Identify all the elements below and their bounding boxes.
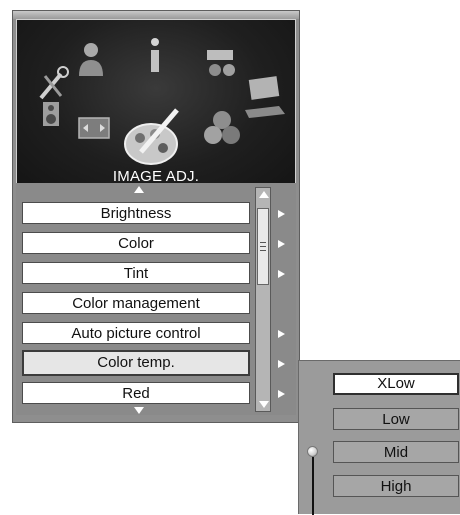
- submenu-arrow-icon[interactable]: [278, 270, 285, 278]
- speaker-icon[interactable]: [43, 102, 59, 126]
- selector-line: [312, 457, 314, 515]
- submenu-arrow-icon[interactable]: [278, 210, 285, 218]
- scrollbar-up-arrow-icon[interactable]: [259, 191, 269, 198]
- option-low[interactable]: Low: [333, 408, 459, 430]
- submenu-arrow-icon[interactable]: [278, 240, 285, 248]
- scroll-down-indicator-icon[interactable]: [134, 407, 144, 414]
- menu-item-auto-picture-control[interactable]: Auto picture control: [22, 322, 250, 344]
- submenu-arrow-icon[interactable]: [278, 330, 285, 338]
- laptop-icon[interactable]: [245, 76, 285, 118]
- color-balls-icon[interactable]: [204, 111, 240, 144]
- menu-item-brightness[interactable]: Brightness: [22, 202, 250, 224]
- menu-item-color[interactable]: Color: [22, 232, 250, 254]
- palette-icon[interactable]: [124, 108, 179, 165]
- scrollbar[interactable]: [255, 187, 271, 412]
- scrollbar-down-arrow-icon[interactable]: [259, 401, 269, 408]
- color-temp-submenu: XLow Low Mid High: [298, 360, 460, 515]
- option-mid[interactable]: Mid: [333, 441, 459, 463]
- menu-list: Brightness Color Tint Color management A…: [16, 183, 296, 415]
- menu-item-color-management[interactable]: Color management: [22, 292, 250, 314]
- top-band: [13, 11, 299, 19]
- tools-icon[interactable]: [39, 66, 69, 100]
- screen-adjust-icon[interactable]: [78, 117, 110, 139]
- info-icon[interactable]: [151, 38, 159, 72]
- menu-item-red[interactable]: Red: [22, 382, 250, 404]
- submenu-arrow-icon[interactable]: [278, 360, 285, 368]
- menu-icon-carousel: IMAGE ADJ.: [16, 19, 296, 192]
- osd-menu-panel: IMAGE ADJ. Brightness Color Tint Color m…: [12, 10, 300, 423]
- submenu-arrow-icon[interactable]: [278, 390, 285, 398]
- person-icon[interactable]: [79, 43, 103, 76]
- selector-knob-icon: [307, 446, 318, 457]
- scroll-up-indicator-icon[interactable]: [134, 186, 144, 193]
- menu-item-color-temp[interactable]: Color temp.: [22, 350, 250, 376]
- scrollbar-thumb[interactable]: [257, 208, 269, 285]
- option-xlow[interactable]: XLow: [333, 373, 459, 395]
- option-high[interactable]: High: [333, 475, 459, 497]
- menu-item-tint[interactable]: Tint: [22, 262, 250, 284]
- projector-icon[interactable]: [207, 50, 235, 76]
